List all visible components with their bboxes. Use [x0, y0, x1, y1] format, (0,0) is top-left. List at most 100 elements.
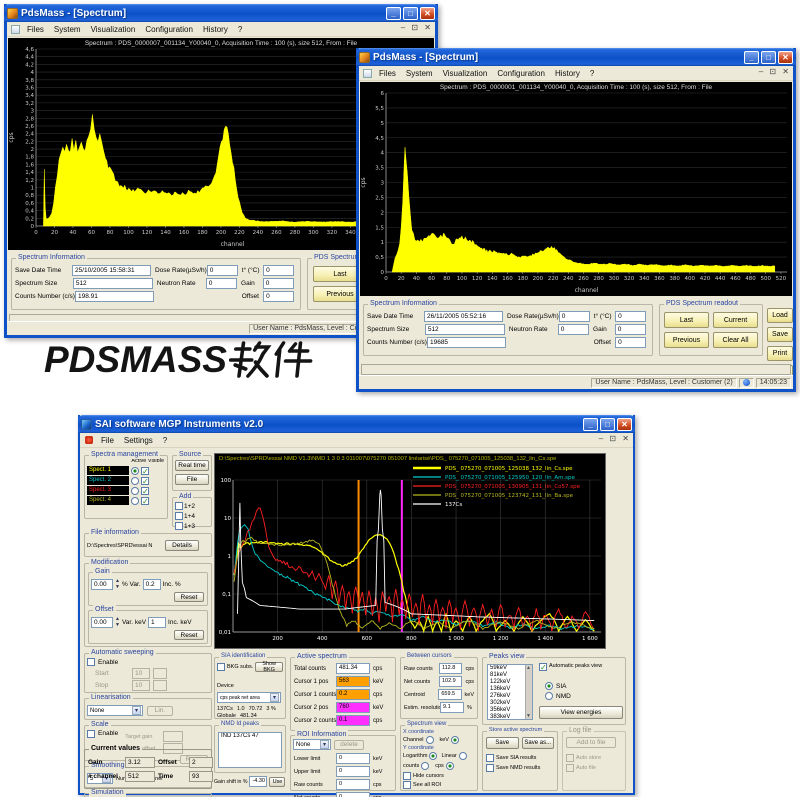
active-radio[interactable]	[131, 487, 139, 495]
minimize-button[interactable]: _	[386, 7, 401, 20]
previous-button[interactable]: Previous	[664, 332, 709, 348]
menu--[interactable]: ?	[585, 69, 599, 78]
save-button[interactable]: Save	[767, 327, 793, 342]
close-button[interactable]: ✕	[420, 7, 435, 20]
multi-spectrum-chart[interactable]: 1001010,10,012004006008001 0001 2001 400…	[215, 454, 607, 648]
field-value[interactable]: 0	[559, 311, 590, 322]
checkbox[interactable]	[566, 754, 574, 762]
save-button[interactable]: Save	[486, 737, 519, 749]
menu-files[interactable]: Files	[22, 25, 49, 34]
field-value[interactable]	[163, 731, 183, 742]
close-button[interactable]: ✕	[778, 51, 793, 64]
active-radio[interactable]	[131, 497, 139, 505]
real-time-button[interactable]: Real time	[175, 460, 209, 471]
radio-kev[interactable]	[451, 736, 459, 744]
dropdown-arrow-icon[interactable]: ▾	[132, 706, 141, 715]
roi-delete-button[interactable]: delete	[334, 740, 364, 750]
field-value[interactable]: 112.8	[439, 663, 462, 674]
field-value[interactable]: 0	[336, 753, 370, 764]
field-value[interactable]	[153, 680, 167, 691]
minimize-button[interactable]: _	[583, 418, 598, 431]
menu-settings[interactable]: Settings	[119, 436, 158, 445]
field-value[interactable]: 10	[132, 668, 150, 679]
linearisation-button[interactable]: Lin.	[147, 706, 173, 716]
titlebar[interactable]: PdsMass - [Spectrum] _ □ ✕	[4, 4, 438, 22]
radio-counts[interactable]	[421, 762, 429, 770]
checkbox[interactable]	[566, 764, 574, 772]
gain-increment-field[interactable]: 0.2	[143, 579, 161, 590]
nmd-peaks-list[interactable]: IND 137Cs 47	[218, 732, 282, 768]
linearisation-dropdown[interactable]: None▾	[87, 705, 143, 716]
dropdown-arrow-icon[interactable]: ▾	[320, 740, 329, 749]
active-radio[interactable]	[131, 477, 139, 485]
active-radio[interactable]	[131, 467, 139, 475]
field-value[interactable]: 19685	[427, 337, 506, 348]
field-value[interactable]: 0	[207, 265, 238, 276]
use-button[interactable]: Use	[269, 777, 285, 787]
device-dropdown[interactable]: cps peak net area▾	[217, 692, 281, 703]
radio-logarithm[interactable]	[429, 752, 437, 760]
maximize-button[interactable]: □	[600, 418, 615, 431]
scale-enable-checkbox[interactable]	[87, 730, 95, 738]
add-to-file-button[interactable]: Add to file	[566, 737, 616, 748]
field-value[interactable]: 481.34	[336, 663, 370, 674]
minimize-button[interactable]: _	[744, 51, 759, 64]
automatic-peaks-checkbox[interactable]: ✓	[539, 663, 547, 671]
field-value[interactable]: 102.9	[439, 676, 462, 687]
field-value[interactable]: 26/11/2005 05:52:16	[424, 311, 503, 322]
save-as--button[interactable]: Save as...	[522, 737, 555, 749]
current-button[interactable]: Current	[713, 312, 758, 328]
bkg-subs-checkbox[interactable]	[217, 663, 225, 671]
menu--[interactable]: ?	[158, 436, 172, 445]
visible-checkbox[interactable]: ✓	[141, 467, 149, 475]
roi-dropdown[interactable]: None▾	[293, 739, 331, 750]
sweeping-enable-checkbox[interactable]	[87, 658, 95, 666]
radio-channel[interactable]	[426, 736, 434, 744]
list-item[interactable]: IND 137Cs 47	[219, 733, 281, 740]
menu-configuration[interactable]: Configuration	[140, 25, 198, 34]
show-bkg-button[interactable]: Show BKG	[255, 662, 283, 672]
menu-configuration[interactable]: Configuration	[492, 69, 550, 78]
field-value[interactable]: 0.2	[336, 689, 370, 700]
menu-history[interactable]: History	[198, 25, 233, 34]
gain-reset-button[interactable]: Reset	[174, 592, 204, 602]
radio-linear[interactable]	[459, 752, 467, 760]
close-button[interactable]: ✕	[617, 418, 632, 431]
menu-file[interactable]: File	[96, 436, 119, 445]
mdi-window-controls[interactable]: – ⊡ ✕	[401, 23, 433, 32]
gain-shift-field[interactable]: -4.30	[249, 776, 267, 787]
last-button[interactable]: Last	[664, 312, 709, 328]
print-button[interactable]: Print	[767, 346, 793, 361]
offset-spinner[interactable]: 0.00	[91, 617, 113, 628]
clear-all-button[interactable]: Clear All	[713, 332, 758, 348]
field-value[interactable]: 0	[336, 766, 370, 777]
field-value[interactable]: 0	[263, 291, 294, 302]
peaks-list[interactable]: 59keV81keV122keV136keV276keV302keV356keV…	[487, 664, 533, 720]
field-value[interactable]: 0	[615, 311, 646, 322]
details-button[interactable]: Details	[165, 540, 199, 551]
spinner-arrows-icon[interactable]: ▲▼	[115, 616, 120, 628]
dropdown-arrow-icon[interactable]: ▾	[270, 693, 279, 702]
field-value[interactable]: 760	[336, 702, 370, 713]
spectrum-chart[interactable]: 00,511,522,533,544,555,56020406080100120…	[360, 82, 792, 294]
spectrum-plot[interactable]: Spectrum : PDS_0000001_001134_Y00040_0, …	[360, 82, 792, 296]
menu--[interactable]: ?	[233, 25, 247, 34]
field-value[interactable]: 9.1	[440, 702, 464, 713]
menu-system[interactable]: System	[401, 69, 438, 78]
mdi-window-controls[interactable]: – ⊡ ✕	[759, 67, 791, 76]
field-value[interactable]: 512	[73, 278, 153, 289]
checkbox[interactable]	[486, 764, 494, 772]
menu-visualization[interactable]: Visualization	[438, 69, 493, 78]
visible-checkbox[interactable]: ✓	[141, 487, 149, 495]
view-energies-button[interactable]: View energies	[539, 706, 623, 719]
field-value[interactable]: 0	[615, 324, 646, 335]
field-value[interactable]: 0	[263, 265, 294, 276]
gain-spinner[interactable]: 0.00	[91, 579, 113, 590]
titlebar[interactable]: PdsMass - [Spectrum] _ □ ✕	[356, 48, 796, 66]
field-value[interactable]: 563	[336, 676, 370, 687]
field-value[interactable]: 0.1	[336, 715, 370, 726]
mdi-window-controls[interactable]: – ⊡ ✕	[599, 434, 631, 443]
titlebar[interactable]: SAI software MGP Instruments v2.0 _ □ ✕	[78, 415, 635, 433]
field-value[interactable]: 512	[425, 324, 505, 335]
checkbox[interactable]	[486, 754, 494, 762]
